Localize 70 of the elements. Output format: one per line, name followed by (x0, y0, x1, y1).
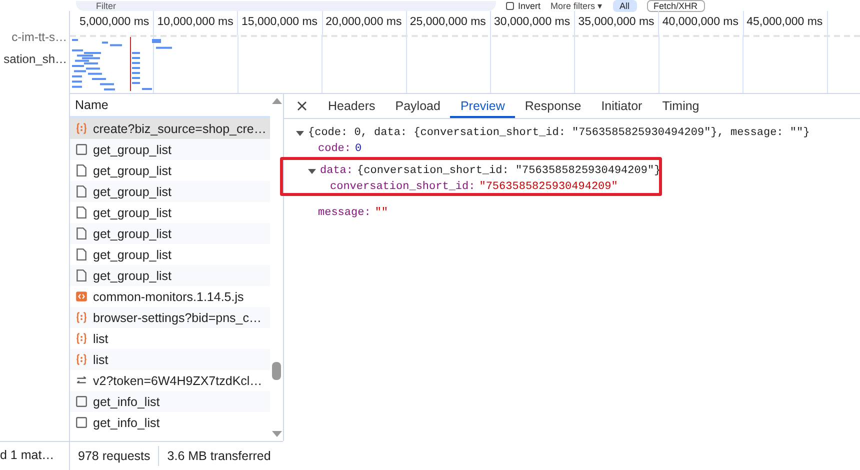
expand-arrow-icon[interactable] (296, 130, 304, 136)
property-value: 0 (355, 142, 362, 157)
status-text: 978 requests (77, 448, 152, 465)
braces-icon (75, 353, 88, 366)
request-row[interactable]: get_group_list (70, 160, 270, 181)
time-tick-label: 15,000,000 ms (238, 11, 323, 35)
time-tick-label: 35,000,000 ms (575, 11, 660, 35)
request-row[interactable]: get_info_list (70, 412, 270, 433)
square-icon (75, 395, 88, 408)
script-icon (75, 290, 88, 303)
tab[interactable]: Payload (385, 94, 450, 118)
type-filter-chip[interactable]: Fetch/XHR (646, 0, 705, 12)
tab[interactable]: Headers (318, 94, 386, 118)
type-filter-chip[interactable]: All (612, 0, 637, 12)
braces-icon (75, 122, 88, 135)
braces-icon (75, 332, 88, 345)
property-value: "7563585825930494209" (479, 180, 618, 195)
square-icon (75, 416, 88, 429)
invert-checkbox[interactable] (506, 2, 514, 10)
object-summary: {code: 0, data: {conversation_short_id: "7563585825930494209"}, message: ""} (308, 126, 810, 141)
square-icon (75, 143, 88, 156)
status-text: d 1 mat… (0, 441, 69, 470)
scroll-up-icon[interactable] (272, 98, 282, 104)
time-tick-label: 45,000,000 ms (744, 11, 828, 35)
request-row[interactable]: get_group_list (70, 244, 270, 265)
property-key: message: (318, 205, 371, 221)
property-key: code: (318, 141, 352, 157)
document-icon (75, 248, 88, 261)
request-row[interactable]: create?biz_source=shop_cre… (70, 118, 270, 139)
document-icon (75, 206, 88, 219)
property-value: "" (374, 206, 388, 221)
property-key: data: (320, 163, 354, 179)
braces-icon (75, 311, 88, 324)
tab[interactable]: Preview (450, 94, 515, 118)
request-row[interactable]: get_group_list (70, 139, 270, 160)
request-name[interactable]: sation_sh… (0, 48, 69, 70)
time-tick-label: 40,000,000 ms (659, 11, 744, 35)
request-row[interactable]: list (70, 328, 270, 349)
filter-field[interactable]: Filter (76, 0, 496, 10)
request-row[interactable]: v2?token=6W4H9ZX7tzdKcl… (70, 370, 270, 391)
property-key: conversation_short_id: (330, 179, 476, 195)
scrollbar-thumb[interactable] (272, 362, 281, 380)
request-row[interactable]: get_group_list (70, 202, 270, 223)
expand-arrow-icon[interactable] (308, 168, 316, 174)
request-row[interactable]: browser-settings?bid=pns_c… (70, 307, 270, 328)
request-row[interactable]: common-monitors.1.14.5.js (70, 286, 270, 307)
time-tick-label: 5,000,000 ms (70, 11, 154, 35)
scroll-down-icon[interactable] (272, 431, 282, 437)
request-row[interactable]: get_group_list (70, 265, 270, 286)
request-row[interactable]: get_group_list (70, 223, 270, 244)
document-icon (75, 227, 88, 240)
document-icon (75, 164, 88, 177)
tab[interactable]: Response (514, 94, 592, 118)
time-tick-label: 30,000,000 ms (490, 11, 576, 35)
object-summary: {conversation_short_id: "7563585825930494209"} (357, 164, 661, 179)
tab[interactable]: Timing (652, 94, 710, 118)
close-icon[interactable] (296, 100, 308, 112)
request-name[interactable]: c-im-tt-s… (0, 26, 69, 48)
request-row[interactable]: get_info_list (70, 391, 270, 412)
more-filters-button[interactable]: More filters ▾ (550, 0, 603, 10)
request-row[interactable]: get_group_list (70, 181, 270, 202)
document-icon (75, 185, 88, 198)
request-row[interactable]: list (70, 349, 270, 370)
tab[interactable]: Initiator (591, 94, 652, 118)
document-icon (75, 269, 88, 282)
time-tick-label: 25,000,000 ms (406, 11, 491, 35)
time-tick-label: 20,000,000 ms (322, 11, 407, 35)
invert-label: Invert (518, 0, 541, 10)
status-text: 3.6 MB transferred (158, 446, 279, 466)
time-tick-label: 10,000,000 ms (154, 11, 238, 35)
